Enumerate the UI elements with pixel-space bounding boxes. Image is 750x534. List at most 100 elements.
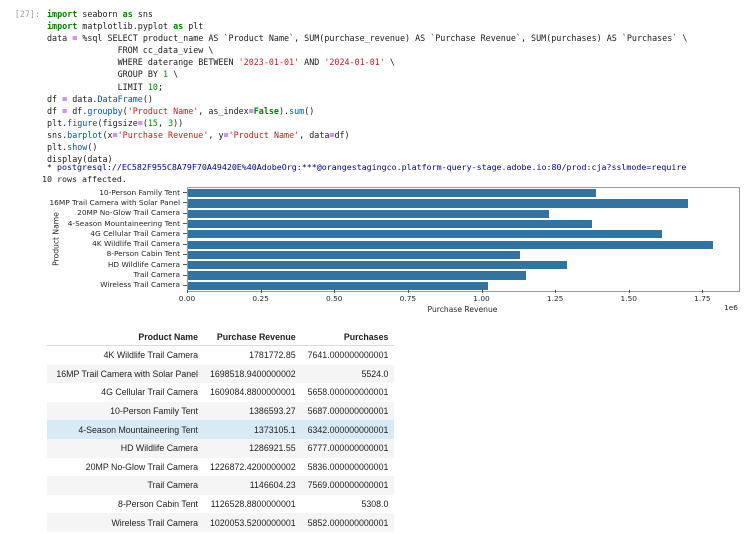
chart-bar [188,199,689,208]
y-tick-mark [183,274,187,276]
y-tick-mark [183,243,187,245]
table-row: Trail Camera 1146604.23 7569.000000000001 [47,476,395,495]
rows-affected-output: 10 rows affected. [42,173,127,184]
table-row: 4G Cellular Trail Camera 1609084.88000000… [47,383,394,402]
chart-bar [188,271,526,280]
code-line[interactable]: FROM cc_data_view \ [47,44,687,56]
chart-bar [188,189,597,198]
table-cell: 16MP Trail Camera with Solar Panel [56,368,198,379]
table-cell: Wireless Trail Camera [111,517,198,528]
x-tick-mark [407,290,409,293]
table-row: Wireless Trail Camera 1020053.5200000001 5… [47,513,395,532]
table-header-cell: Purchases [301,328,395,346]
y-tick-label: Wireless Trail Camera [100,280,180,290]
bar-chart-figure: Product Name Purchase Revenue 1e6 10-Per… [0,184,750,316]
table-row: 16MP Trail Camera with Solar Panel 169851… [47,364,395,384]
table-cell: 1609084.8800000001 [210,387,296,398]
y-tick-mark [183,212,187,214]
code-line[interactable]: df = data.DataFrame() [47,93,687,105]
x-tick-label: 0.00 [178,294,196,303]
table-row: HD Wildlife Camera 1286921.55 6777.0000000… [47,438,395,458]
table-cell: 4-Season Mountaineering Tent [78,424,198,435]
table-cell: 6342.000000000001 [307,424,389,435]
code-line[interactable]: GROUP BY 1 \ [47,68,687,80]
y-tick-mark [183,223,187,225]
y-tick-mark [183,284,187,286]
execution-count-prompt: [27]: [14,9,40,19]
code-line[interactable]: plt.figure(figsize=(15, 3)) [47,117,687,129]
table-cell: 7569.000000000001 [307,480,389,491]
chart-bar [188,209,550,218]
chart-bar [188,240,713,249]
code-line[interactable]: data = %sql SELECT product_name AS `Prod… [47,32,687,44]
table-cell: 10-Person Family Tent [110,406,198,417]
table-cell: 5687.000000000001 [307,406,389,417]
x-tick-mark [260,290,262,293]
y-tick-mark [183,233,187,235]
table-cell: 5524.0 [361,368,389,379]
y-tick-mark [183,253,187,255]
code-editor[interactable]: import seaborn as sns import matplotlib.p… [47,8,687,165]
table-cell: 1373105.1 [254,424,296,435]
y-tick-mark [183,264,187,266]
result-table: Product Name Purchase Revenue Purchases 4K… [47,328,395,532]
x-tick-mark [555,290,557,293]
code-line[interactable]: LIMIT 10; [47,81,687,93]
code-line[interactable]: plt.show() [47,141,687,153]
y-tick-label: 4K Wildlife Trail Camera [92,239,180,249]
x-tick-label: 1.75 [694,294,711,303]
x-tick-label: 1.00 [473,294,490,303]
table-row: 8-Person Cabin Tent 1126528.8800000001 530… [47,495,394,514]
table-cell: 1226872.4200000002 [210,461,296,472]
chart-bar [188,230,662,239]
code-line[interactable]: WHERE daterange BETWEEN '2023-01-01' AND… [47,56,687,68]
x-axis-label: Purchase Revenue [427,305,498,314]
y-tick-label: Trail Camera [133,270,180,280]
table-cell: 1146604.23 [249,480,296,491]
table-cell: HD Wildlife Camera [120,443,198,454]
code-line[interactable]: import matplotlib.pyplot as plt [47,20,687,32]
result-table-header: Product Name Purchase Revenue Purchases [47,328,395,346]
x-tick-mark [334,290,336,293]
code-line[interactable]: df = df.groupby('Product Name', as_index… [47,105,687,117]
code-line[interactable]: sns.barplot(x='Purchase Revenue', y='Pro… [47,129,687,141]
table-cell: 1386593.27 [249,406,296,417]
x-tick-label: 1.50 [620,294,637,303]
table-row: 4K Wildlife Trail Camera 1781772.85 7641.0… [47,346,394,365]
table-row: 20MP No-Glow Trail Camera 1226872.4200000… [47,458,394,477]
axis-offset-label: 1e6 [724,303,738,312]
chart-bar [188,281,489,290]
table-cell: 5658.000000000001 [307,387,389,398]
table-cell: 1286921.55 [249,443,296,454]
table-cell: 4K Wildlife Trail Camera [103,350,198,361]
table-cell: 1020053.5200000001 [210,517,296,528]
table-cell: 7641.000000000001 [307,350,389,361]
x-tick-label: 1.25 [546,294,564,303]
x-tick-mark [481,290,483,293]
table-cell: 5308.0 [361,499,389,510]
table-cell: 5836.000000000001 [307,461,389,472]
y-tick-mark [183,202,187,204]
table-cell: 6777.000000000001 [307,443,389,454]
y-tick-label: 4-Season Mountaineering Tent [67,218,180,228]
table-cell: 5852.000000000001 [307,517,389,528]
x-tick-mark [187,290,188,293]
chart-bar [188,250,520,260]
y-tick-label: 20MP No-Glow Trail Camera [77,208,180,218]
sql-connection-output: * postgresql://EC582F955C8A79F70A49420E%… [42,162,687,172]
table-cell: Trail Camera [147,480,198,491]
table-cell: 4G Cellular Trail Camera [101,387,198,398]
x-tick-mark [702,290,704,293]
table-cell: 20MP No-Glow Trail Camera [85,461,198,472]
y-tick-label: 4G Cellular Trail Camera [90,228,180,238]
code-line[interactable]: import seaborn as sns [47,8,687,20]
y-tick-mark [183,192,187,194]
table-cell: 1126528.8800000001 [210,499,296,510]
chart-plot-area [187,187,740,292]
x-tick-mark [628,290,630,293]
chart-bar [188,219,593,229]
table-row: 10-Person Family Tent 1386593.27 5687.0000… [47,401,395,421]
x-tick-label: 0.75 [399,294,417,303]
table-row: 4-Season Mountaineering Tent 1373105.1 634… [47,420,395,439]
table-cell: 1781772.85 [249,350,296,361]
